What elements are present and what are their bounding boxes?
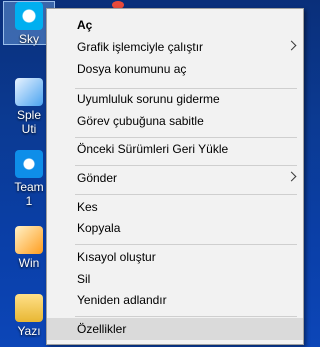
folder-icon xyxy=(15,294,43,322)
menu-item-rename[interactable]: Yeniden adlandır xyxy=(47,289,303,311)
menu-item-run-with-gpu[interactable]: Grafik işlemciyle çalıştır xyxy=(47,36,303,58)
menu-separator xyxy=(75,194,297,195)
menu-item-send-to[interactable]: Gönder xyxy=(47,167,303,189)
splendid-icon xyxy=(15,78,43,106)
menu-item-cut[interactable]: Kes xyxy=(47,196,303,218)
menu-separator xyxy=(75,244,297,245)
context-menu: Aç Grafik işlemciyle çalıştır Dosya konu… xyxy=(46,8,304,345)
windows-app-icon xyxy=(15,226,43,254)
menu-item-label: Gönder xyxy=(77,171,118,185)
menu-item-label: Grafik işlemciyle çalıştır xyxy=(77,40,204,54)
menu-separator xyxy=(75,316,297,317)
menu-item-properties[interactable]: Özellikler xyxy=(47,318,303,340)
menu-separator xyxy=(75,165,297,166)
menu-item-restore-versions[interactable]: Önceki Sürümleri Geri Yükle xyxy=(47,138,303,160)
menu-item-pin-taskbar[interactable]: Görev çubuğuna sabitle xyxy=(47,110,303,132)
chevron-right-icon xyxy=(286,171,297,182)
menu-item-open-location[interactable]: Dosya konumunu aç xyxy=(47,58,303,80)
menu-item-open[interactable]: Aç xyxy=(47,14,303,36)
skype-icon xyxy=(15,2,43,30)
menu-item-copy[interactable]: Kopyala xyxy=(47,217,303,239)
teamviewer-icon xyxy=(15,150,43,178)
chevron-right-icon xyxy=(286,40,297,51)
desktop: Sky Sple Uti Team 1 Win Yazı Aç Grafik i… xyxy=(0,0,304,347)
menu-item-create-shortcut[interactable]: Kısayol oluştur xyxy=(47,246,303,268)
menu-item-troubleshoot[interactable]: Uyumluluk sorunu giderme xyxy=(47,88,303,110)
menu-item-delete[interactable]: Sil xyxy=(47,268,303,290)
